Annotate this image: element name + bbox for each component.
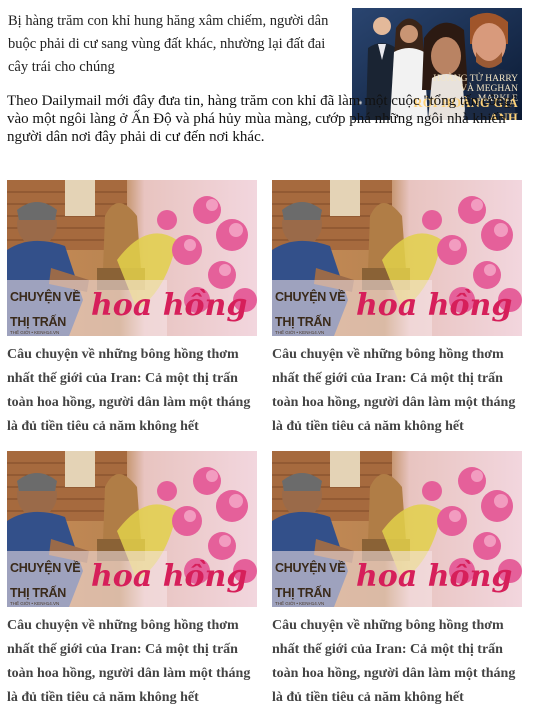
thumbnail-credit: THẾ GIỚI • KENH14.VN: [10, 330, 60, 335]
thumbnail-credit: THẾ GIỚI • KENH14.VN: [10, 601, 60, 606]
thumbnail-overlay-script: hoa hồng: [356, 559, 513, 594]
thumbnail-credit: THẾ GIỚI • KENH14.VN: [275, 601, 325, 606]
related-article-thumbnail[interactable]: CHUYỆN VỀ THỊ TRẤN hoa hồng THẾ GIỚI • KENH…: [7, 451, 257, 607]
thumbnail-overlay-script: hoa hồng: [91, 559, 248, 594]
related-article-title[interactable]: Câu chuyện về những bông hồng thơm nhất …: [272, 614, 522, 710]
related-article-title[interactable]: Câu chuyện về những bông hồng thơm nhất …: [7, 614, 257, 710]
thumbnail-overlay-line1: CHUYỆN VỀ: [10, 290, 81, 304]
top-story-headline[interactable]: Bị hàng trăm con khỉ hung hăng xâm chiếm…: [8, 10, 338, 79]
related-article-card[interactable]: CHUYỆN VỀ THỊ TRẤN hoa hồng THẾ GIỚI • KENH…: [7, 451, 257, 710]
related-article-title[interactable]: Câu chuyện về những bông hồng thơm nhất …: [272, 343, 522, 439]
related-article-thumbnail[interactable]: CHUYỆN VỀ THỊ TRẤN hoa hồng THẾ GIỚI • KENH…: [272, 180, 522, 336]
thumbnail-overlay-line2: THỊ TRẤN: [10, 315, 66, 329]
thumbnail-overlay-line2: THỊ TRẤN: [10, 586, 66, 600]
thumbnail-overlay-line1: CHUYỆN VỀ: [10, 561, 81, 575]
thumbnail-overlay-line1: CHUYỆN VỀ: [275, 290, 346, 304]
related-article-title[interactable]: Câu chuyện về những bông hồng thơm nhất …: [7, 343, 257, 439]
related-article-thumbnail[interactable]: CHUYỆN VỀ THỊ TRẤN hoa hồng THẾ GIỚI • KENH…: [7, 180, 257, 336]
related-article-card[interactable]: CHUYỆN VỀ THỊ TRẤN hoa hồng THẾ GIỚI • KENH…: [272, 180, 522, 439]
thumbnail-overlay-line2: THỊ TRẤN: [275, 315, 331, 329]
thumbnail-overlay-line1: CHUYỆN VỀ: [275, 561, 346, 575]
related-article-card[interactable]: CHUYỆN VỀ THỊ TRẤN hoa hồng THẾ GIỚI • KENH…: [272, 451, 522, 710]
thumbnail-overlay-script: hoa hồng: [356, 288, 513, 323]
related-article-card[interactable]: CHUYỆN VỀ THỊ TRẤN hoa hồng THẾ GIỚI • KENH…: [7, 180, 257, 439]
thumbnail-overlay-line2: THỊ TRẤN: [275, 586, 331, 600]
thumbnail-credit: THẾ GIỚI • KENH14.VN: [275, 330, 325, 335]
lead-paragraph: Theo Dailymail mới đây đưa tin, hàng tră…: [7, 92, 527, 146]
thumbnail-overlay-script: hoa hồng: [91, 288, 248, 323]
related-article-thumbnail[interactable]: CHUYỆN VỀ THỊ TRẤN hoa hồng THẾ GIỚI • KENH…: [272, 451, 522, 607]
lead-text: Theo Dailymail mới đây đưa tin, hàng tră…: [7, 93, 518, 145]
